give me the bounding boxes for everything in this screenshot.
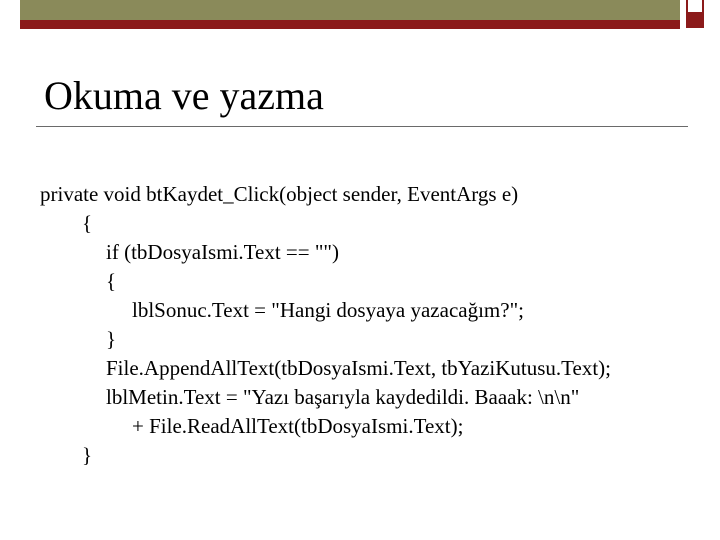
top-accent-stripe xyxy=(20,20,680,29)
code-line-method-signature: private void btKaydet_Click(object sende… xyxy=(40,182,519,206)
code-line-open-brace: { xyxy=(82,211,93,235)
code-line-read-all-text: + File.ReadAllText(tbDosyaIsmi.Text); xyxy=(132,414,464,438)
code-line-metin-assign: lblMetin.Text = "Yazı başarıyla kaydedil… xyxy=(106,385,580,409)
code-line-append-all-text: File.AppendAllText(tbDosyaIsmi.Text, tbY… xyxy=(106,356,611,380)
code-line-close-brace: } xyxy=(82,443,93,467)
code-line-if-close-brace: } xyxy=(106,327,117,351)
code-line-if-statement: if (tbDosyaIsmi.Text == "") xyxy=(106,240,339,264)
slide: Okuma ve yazma private void btKaydet_Cli… xyxy=(0,0,720,540)
code-line-if-open-brace: { xyxy=(106,269,117,293)
title-divider xyxy=(36,126,688,127)
top-decorative-bar xyxy=(20,0,680,20)
code-block: private void btKaydet_Click(object sende… xyxy=(40,180,611,470)
code-line-sonuc-assign: lblSonuc.Text = "Hangi dosyaya yazacağım… xyxy=(132,298,524,322)
slide-title: Okuma ve yazma xyxy=(44,73,324,118)
corner-square-icon xyxy=(686,0,704,14)
corner-accent-block xyxy=(686,14,704,28)
